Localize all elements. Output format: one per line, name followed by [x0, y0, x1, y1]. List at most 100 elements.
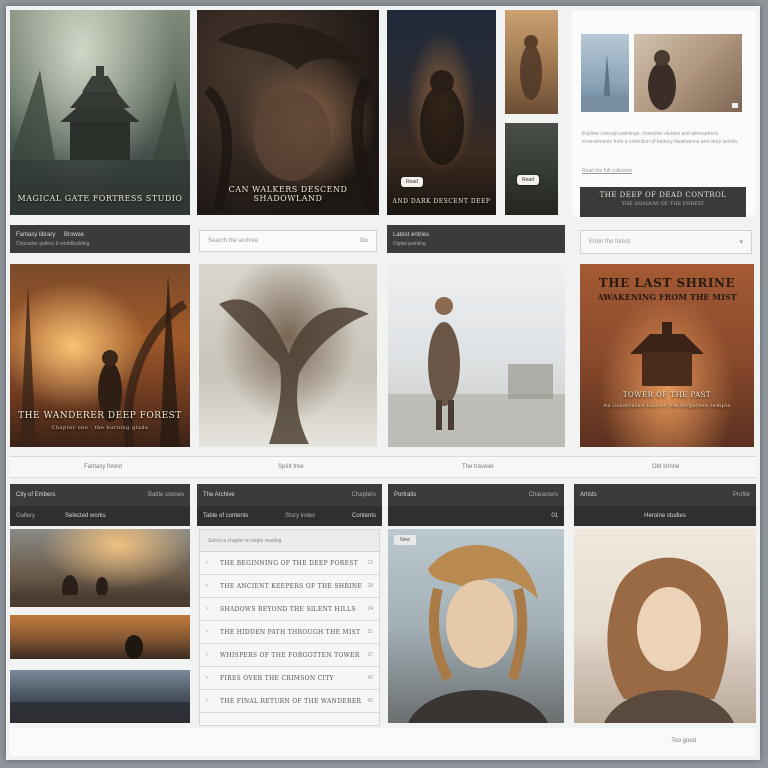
col4-subheader: Heroine studies	[574, 506, 756, 526]
col2-title: The Archive	[203, 492, 235, 498]
read-button[interactable]: Read	[401, 177, 423, 187]
search-bar[interactable]: Search the archive Go	[199, 230, 377, 252]
chevron-down-icon[interactable]: ▾	[739, 238, 743, 246]
toolbar-subtitle: Character gallery & worldbuilding	[16, 240, 90, 247]
read-button[interactable]: Read	[517, 175, 539, 185]
col1-subtitle: Gallery	[16, 513, 36, 519]
chapter-title: WHISPERS OF THE FORGOTTEN TOWER	[220, 651, 360, 659]
col2-sub-right[interactable]: Contents	[352, 513, 376, 519]
sidebar-input-field[interactable]: Enter the forest	[589, 239, 630, 245]
sidebar-banner[interactable]: THE DEEP OF DEAD CONTROL THE SHADOW OF T…	[580, 187, 746, 217]
chapter-page-number: 18	[367, 583, 373, 589]
sidebar-link[interactable]: Read the full collection	[582, 168, 632, 174]
chapter-row[interactable]: › WHISPERS OF THE FORGOTTEN TOWER 37	[200, 644, 379, 667]
chevron-right-icon: ›	[206, 675, 208, 681]
chapter-page-number: 12	[367, 560, 373, 566]
art-card-pagoda[interactable]: MAGICAL GATE FORTRESS STUDIO	[10, 10, 190, 215]
col3-link[interactable]: Characters	[529, 492, 558, 498]
pagoda-illustration	[10, 66, 190, 215]
col1-header: City of Embers Battle scenes	[10, 484, 190, 506]
art-card-burning-forest[interactable]: THE WANDERER DEEP FOREST Chapter one · t…	[10, 264, 190, 447]
search-icon[interactable]: Go	[360, 238, 368, 244]
tree-illustration	[219, 299, 369, 444]
chapter-title: THE ANCIENT KEEPERS OF THE SHRINE	[220, 582, 363, 590]
footer-label[interactable]: Fantasy forest	[84, 464, 122, 470]
card-caption: CAN WALKERS DESCEND SHADOWLAND	[228, 185, 348, 203]
banner-line-1: THE DEEP OF DEAD CONTROL	[599, 191, 727, 199]
art-card-small-figure[interactable]	[505, 10, 558, 114]
col2-header: The Archive Chapters	[197, 484, 382, 506]
chevron-right-icon: ›	[206, 629, 208, 635]
col4-title: Artists	[580, 492, 597, 498]
art-portrait-girl[interactable]	[574, 529, 756, 723]
traveler-illustration	[388, 297, 565, 447]
art-thumb-battle-1[interactable]	[10, 529, 190, 607]
chevron-right-icon: ›	[206, 606, 208, 612]
col4-link[interactable]: Profile	[733, 492, 750, 498]
chapter-page-number: 42	[367, 675, 373, 681]
chapter-row[interactable]: › FIRES OVER THE CRIMSON CITY 42	[200, 667, 379, 690]
expand-icon[interactable]	[732, 103, 738, 108]
col1-subtitle-right: Selected works	[65, 513, 106, 519]
art-card-lone-traveler[interactable]	[388, 264, 565, 447]
chevron-right-icon: ›	[206, 583, 208, 589]
chapter-row[interactable]: › THE ANCIENT KEEPERS OF THE SHRINE 18	[200, 575, 379, 598]
footer-label[interactable]: Spirit tree	[278, 464, 304, 470]
chapter-row[interactable]: › THE HIDDEN PATH THROUGH THE MIST 31	[200, 621, 379, 644]
col2-subheader: Table of contents Story index Contents	[197, 506, 382, 526]
col4-header: Artists Profile	[574, 484, 756, 506]
toolbar-title: Latest entries	[393, 231, 430, 238]
sidebar-input[interactable]: Enter the forest ▾	[580, 230, 752, 254]
art-thumb-battle-3[interactable]	[10, 670, 190, 723]
chapter-list-header: Select a chapter to begin reading	[200, 530, 379, 552]
col1-subheader: Gallery Selected works	[10, 506, 190, 526]
chapter-row[interactable]: › SHADOWS BEYOND THE SILENT HILLS 24	[200, 598, 379, 621]
footer-label[interactable]: Old shrine	[652, 464, 679, 470]
page-footer: Too good	[10, 728, 756, 756]
traveler-illustration	[648, 50, 676, 110]
art-card-spirit-tree[interactable]	[199, 264, 377, 447]
art-card-dark-small[interactable]: Read	[505, 123, 558, 215]
chapter-row[interactable]: › THE FINAL RETURN OF THE WANDERER 50	[200, 690, 379, 713]
art-card-old-shrine[interactable]: THE LAST SHRINE AWAKENING FROM THE MIST …	[580, 264, 754, 447]
browse-link[interactable]: Browse	[64, 232, 84, 238]
col4-subtitle: Heroine studies	[644, 513, 686, 519]
col2-link[interactable]: Chapters	[352, 492, 376, 498]
chapter-title: THE BEGINNING OF THE DEEP FOREST	[220, 559, 359, 567]
chapter-row[interactable]: › THE BEGINNING OF THE DEEP FOREST 12	[200, 552, 379, 575]
art-portrait-boy[interactable]: New	[388, 529, 564, 723]
shrine-illustration	[630, 322, 704, 386]
art-card-shadow-face[interactable]: CAN WALKERS DESCEND SHADOWLAND	[197, 10, 379, 215]
crowd-illustration	[10, 702, 190, 723]
portrait-illustration	[408, 545, 548, 723]
spire-illustration	[581, 54, 629, 112]
chevron-right-icon: ›	[206, 698, 208, 704]
portrait-illustration	[604, 557, 734, 723]
col1-title: City of Embers	[16, 492, 56, 498]
chapter-page-number: 37	[367, 652, 373, 658]
col1-link[interactable]: Battle scenes	[148, 492, 184, 498]
chapter-rows: › THE BEGINNING OF THE DEEP FOREST 12 › THE …	[200, 552, 379, 713]
chapter-title: SHADOWS BEYOND THE SILENT HILLS	[220, 605, 356, 613]
art-thumb-traveler[interactable]	[634, 34, 742, 112]
col2-sub-left[interactable]: Table of contents	[203, 513, 248, 519]
footer-label[interactable]: The traveler	[462, 464, 494, 470]
col2-sub-mid[interactable]: Story index	[285, 513, 315, 519]
gallery-board: MAGICAL GATE FORTRESS STUDIO CAN WALKERS…	[6, 6, 760, 760]
card-caption: AND DARK DESCENT DEEP	[392, 198, 491, 205]
chapter-title: FIRES OVER THE CRIMSON CITY	[220, 674, 334, 682]
footer-text: Too good	[671, 738, 696, 744]
col3-header: Portraits Characters	[388, 484, 564, 506]
card-caption: THE WANDERER DEEP FOREST	[18, 411, 182, 421]
search-input[interactable]: Search the archive	[208, 238, 258, 244]
toolbar-subtitle: Digital painting	[393, 240, 426, 247]
city-illustration	[125, 635, 143, 659]
art-thumb-blue[interactable]	[581, 34, 629, 112]
chapter-page-number: 50	[367, 698, 373, 704]
row2-footer: Fantasy forest Spirit tree The traveler …	[10, 456, 756, 478]
art-card-dark-descent[interactable]: Read AND DARK DESCENT DEEP	[387, 10, 496, 215]
sidebar-description: Explore concept paintings, character stu…	[582, 131, 739, 145]
art-thumb-battle-2[interactable]	[10, 615, 190, 659]
chevron-right-icon: ›	[206, 560, 208, 566]
chevron-right-icon: ›	[206, 652, 208, 658]
